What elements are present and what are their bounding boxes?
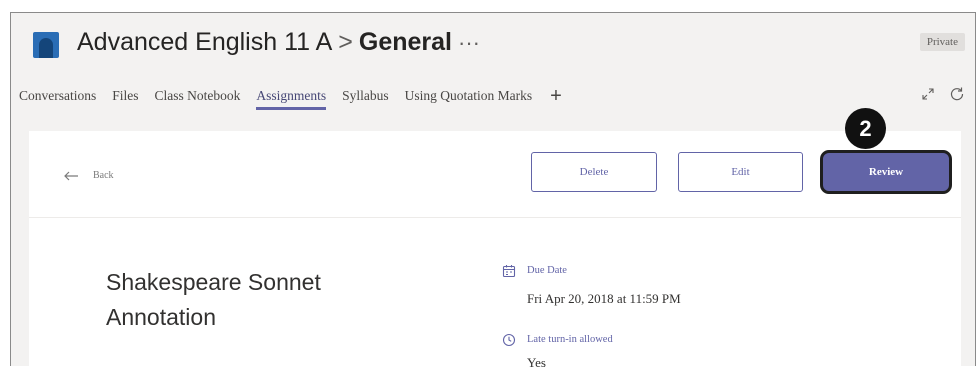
channel-tabs: Conversations Files Class Notebook Assignme… <box>19 85 562 110</box>
calendar-icon <box>502 265 516 278</box>
delete-button[interactable]: Delete <box>531 152 657 192</box>
due-date-label: Due Date <box>527 265 567 276</box>
team-avatar-icon[interactable] <box>33 32 59 58</box>
command-bar: Back Delete Edit Review <box>29 131 961 218</box>
channel-title: Advanced English 11 A > General ··· <box>77 28 480 57</box>
refresh-icon[interactable] <box>949 86 965 102</box>
privacy-badge: Private <box>919 33 965 51</box>
more-options-icon[interactable]: ··· <box>458 30 480 55</box>
team-name[interactable]: Advanced English 11 A <box>77 28 332 56</box>
clock-icon <box>502 333 516 347</box>
expand-icon[interactable] <box>921 87 935 101</box>
tab-assignments[interactable]: Assignments <box>256 88 326 110</box>
tab-conversations[interactable]: Conversations <box>19 88 96 108</box>
late-turn-in-value: Yes <box>527 355 546 370</box>
assignment-title-text: Shakespeare Sonnet Annotation <box>106 269 321 330</box>
tab-files[interactable]: Files <box>112 88 138 108</box>
tab-syllabus[interactable]: Syllabus <box>342 88 389 108</box>
back-button[interactable]: Back <box>63 167 114 185</box>
arrow-left-icon <box>64 171 78 181</box>
tab-using-quotation-marks[interactable]: Using Quotation Marks <box>405 88 533 108</box>
back-label: Back <box>93 170 114 182</box>
review-button[interactable]: Review <box>820 150 952 194</box>
callout-step-badge: 2 <box>845 108 886 149</box>
edit-button[interactable]: Edit <box>678 152 803 192</box>
tab-class-notebook[interactable]: Class Notebook <box>155 88 241 108</box>
add-tab-icon[interactable]: + <box>550 85 562 108</box>
channel-header: Advanced English 11 A > General ··· Private… <box>11 13 975 125</box>
channel-name: General <box>358 28 452 56</box>
late-turn-in-label: Late turn-in allowed <box>527 334 613 345</box>
breadcrumb-separator: > <box>338 28 353 56</box>
due-date-value: Fri Apr 20, 2018 at 11:59 PM <box>527 291 681 306</box>
